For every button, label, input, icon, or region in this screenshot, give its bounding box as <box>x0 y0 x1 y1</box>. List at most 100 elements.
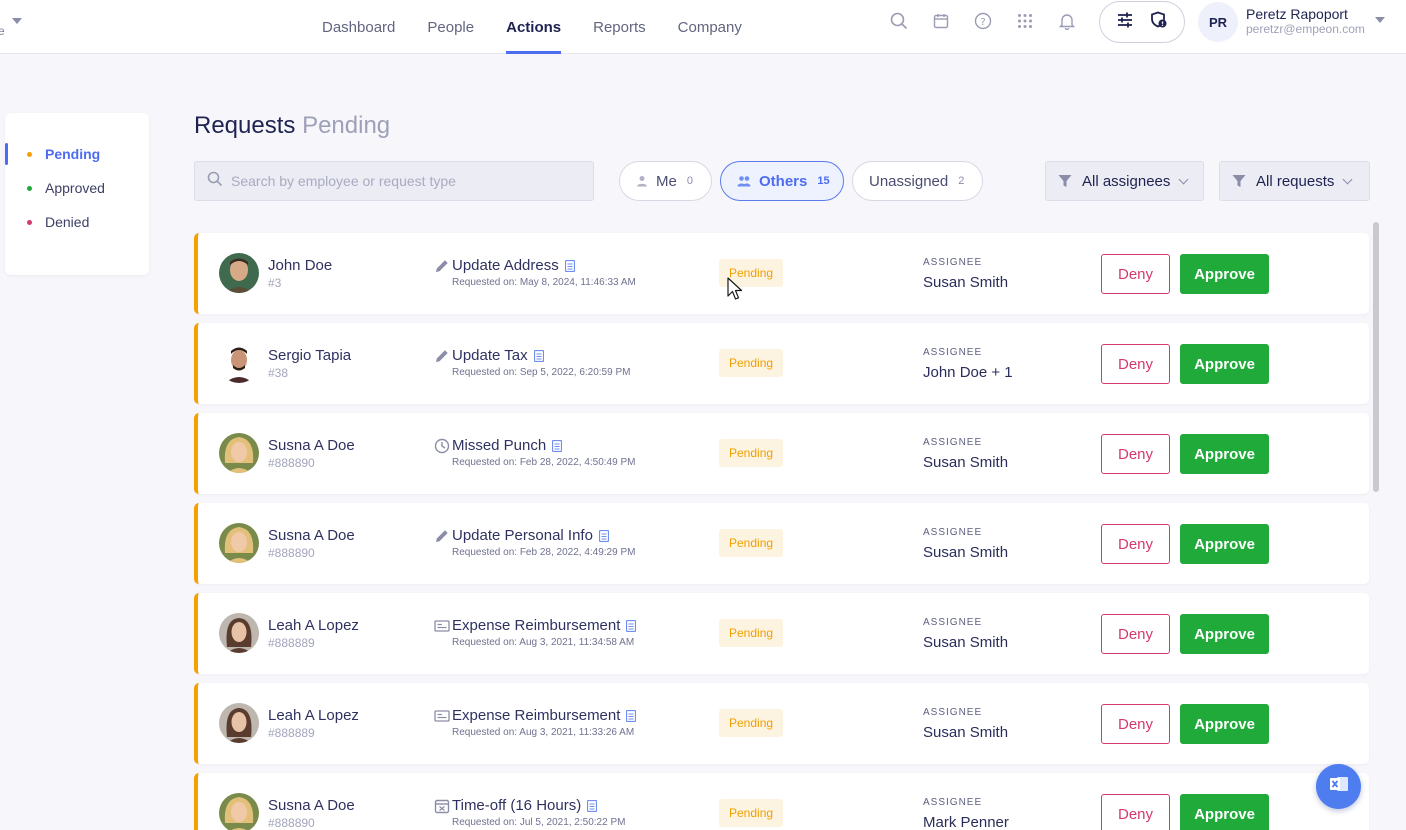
request-row[interactable]: Sergio Tapia #38 Update Tax Requested on… <box>194 323 1369 404</box>
chip-unassigned-label: Unassigned <box>869 172 949 190</box>
employee-avatar <box>219 703 259 743</box>
employee-name[interactable]: Susna A Doe <box>268 437 355 454</box>
assignee-label: ASSIGNEE <box>923 257 983 268</box>
request-row[interactable]: Leah A Lopez #888889 Expense Reimburseme… <box>194 593 1369 674</box>
main-nav: Dashboard People Actions Reports Company <box>306 0 758 54</box>
document-icon[interactable] <box>626 709 637 722</box>
approve-button[interactable]: Approve <box>1180 614 1269 654</box>
user-name[interactable]: Peretz Rapoport <box>1246 6 1348 22</box>
employee-id: #888890 <box>268 816 315 830</box>
request-type[interactable]: Update Tax <box>452 347 544 364</box>
user-avatar[interactable]: PR <box>1198 2 1238 42</box>
status-approved[interactable]: Approved <box>27 180 105 196</box>
request-date: Requested on: Aug 3, 2021, 11:33:26 AM <box>452 727 635 738</box>
nav-people[interactable]: People <box>411 0 490 54</box>
chip-unassigned-count: 2 <box>958 175 965 187</box>
document-icon[interactable] <box>587 799 598 812</box>
approve-button[interactable]: Approve <box>1180 704 1269 744</box>
bell-icon[interactable] <box>1056 10 1078 32</box>
request-row[interactable]: John Doe #3 Update Address Requested on:… <box>194 233 1369 314</box>
assignee-name: Susan Smith <box>923 544 1009 561</box>
approve-button[interactable]: Approve <box>1180 254 1269 294</box>
filter-chip-unassigned[interactable]: Unassigned 2 <box>852 161 983 201</box>
request-type-label: Time-off (16 Hours) <box>452 797 582 814</box>
approve-button[interactable]: Approve <box>1180 794 1269 830</box>
approve-button[interactable]: Approve <box>1180 344 1269 384</box>
request-row[interactable]: Susna A Doe #888890 Missed Punch Request… <box>194 413 1369 494</box>
status-denied-label: Denied <box>45 214 90 230</box>
document-icon[interactable] <box>626 619 637 632</box>
excel-icon <box>1329 775 1349 798</box>
status-filter-panel: Pending Approved Denied <box>5 113 149 275</box>
status-denied[interactable]: Denied <box>27 214 89 230</box>
deny-button[interactable]: Deny <box>1101 704 1170 744</box>
search-icon[interactable] <box>888 10 910 32</box>
shield-alert-icon[interactable] <box>1150 11 1168 34</box>
employee-avatar <box>219 523 259 563</box>
request-row[interactable]: Susna A Doe #888890 Time-off (16 Hours) … <box>194 773 1369 830</box>
request-date: Requested on: Feb 28, 2022, 4:49:29 PM <box>452 547 636 558</box>
nav-dashboard[interactable]: Dashboard <box>306 0 411 54</box>
request-type[interactable]: Time-off (16 Hours) <box>452 797 598 814</box>
people-icon <box>737 175 751 187</box>
request-type-label: Expense Reimbursement <box>452 617 621 634</box>
nav-reports[interactable]: Reports <box>577 0 662 54</box>
employee-name[interactable]: Susna A Doe <box>268 527 355 544</box>
deny-button[interactable]: Deny <box>1101 344 1170 384</box>
request-type[interactable]: Update Personal Info <box>452 527 609 544</box>
deny-button[interactable]: Deny <box>1101 614 1170 654</box>
deny-button[interactable]: Deny <box>1101 794 1170 830</box>
user-menu-caret-icon[interactable] <box>1375 17 1385 23</box>
sliders-icon[interactable] <box>1116 11 1134 34</box>
request-type[interactable]: Update Address <box>452 257 575 274</box>
clock-icon <box>434 438 450 454</box>
quick-tools-pill <box>1099 1 1185 43</box>
document-icon[interactable] <box>598 529 609 542</box>
person-icon <box>636 175 648 187</box>
document-icon[interactable] <box>552 439 563 452</box>
request-type[interactable]: Expense Reimbursement <box>452 707 637 724</box>
chip-me-label: Me <box>656 172 677 190</box>
status-dot-icon <box>27 151 32 157</box>
employee-name[interactable]: John Doe <box>268 257 332 274</box>
nav-actions[interactable]: Actions <box>490 0 577 54</box>
company-switcher-caret-icon[interactable] <box>12 18 22 24</box>
deny-button[interactable]: Deny <box>1101 524 1170 564</box>
assignees-filter-label: All assignees <box>1082 172 1171 190</box>
pencil-icon <box>434 348 450 364</box>
employee-name[interactable]: Sergio Tapia <box>268 347 351 364</box>
request-type[interactable]: Missed Punch <box>452 437 563 454</box>
request-type-label: Missed Punch <box>452 437 547 454</box>
calendar-icon[interactable] <box>930 10 952 32</box>
approve-button[interactable]: Approve <box>1180 524 1269 564</box>
requests-filter-dropdown[interactable]: All requests <box>1219 161 1370 201</box>
list-scrollbar[interactable] <box>1373 222 1379 492</box>
search-input[interactable] <box>231 173 571 189</box>
filter-chip-others[interactable]: Others 15 <box>720 161 844 201</box>
apps-grid-icon[interactable] <box>1014 10 1036 32</box>
pencil-icon <box>434 528 450 544</box>
deny-button[interactable]: Deny <box>1101 254 1170 294</box>
request-row[interactable]: Leah A Lopez #888889 Expense Reimburseme… <box>194 683 1369 764</box>
filter-chip-me[interactable]: Me 0 <box>619 161 712 201</box>
employee-avatar <box>219 793 259 830</box>
approve-button[interactable]: Approve <box>1180 434 1269 474</box>
request-row[interactable]: Susna A Doe #888890 Update Personal Info… <box>194 503 1369 584</box>
assignees-filter-dropdown[interactable]: All assignees <box>1045 161 1204 201</box>
svg-text:?: ? <box>980 17 985 28</box>
page-title-main: Requests <box>194 112 296 139</box>
request-type[interactable]: Expense Reimbursement <box>452 617 637 634</box>
document-icon[interactable] <box>533 349 544 362</box>
request-type-label: Expense Reimbursement <box>452 707 621 724</box>
document-icon[interactable] <box>564 259 575 272</box>
deny-button[interactable]: Deny <box>1101 434 1170 474</box>
employee-name[interactable]: Susna A Doe <box>268 797 355 814</box>
excel-export-button[interactable] <box>1316 764 1361 809</box>
employee-name[interactable]: Leah A Lopez <box>268 617 359 634</box>
nav-company[interactable]: Company <box>662 0 758 54</box>
employee-avatar <box>219 613 259 653</box>
assignee-name: Susan Smith <box>923 454 1009 471</box>
employee-name[interactable]: Leah A Lopez <box>268 707 359 724</box>
help-icon[interactable]: ? <box>972 10 994 32</box>
status-pending[interactable]: Pending <box>27 146 100 162</box>
